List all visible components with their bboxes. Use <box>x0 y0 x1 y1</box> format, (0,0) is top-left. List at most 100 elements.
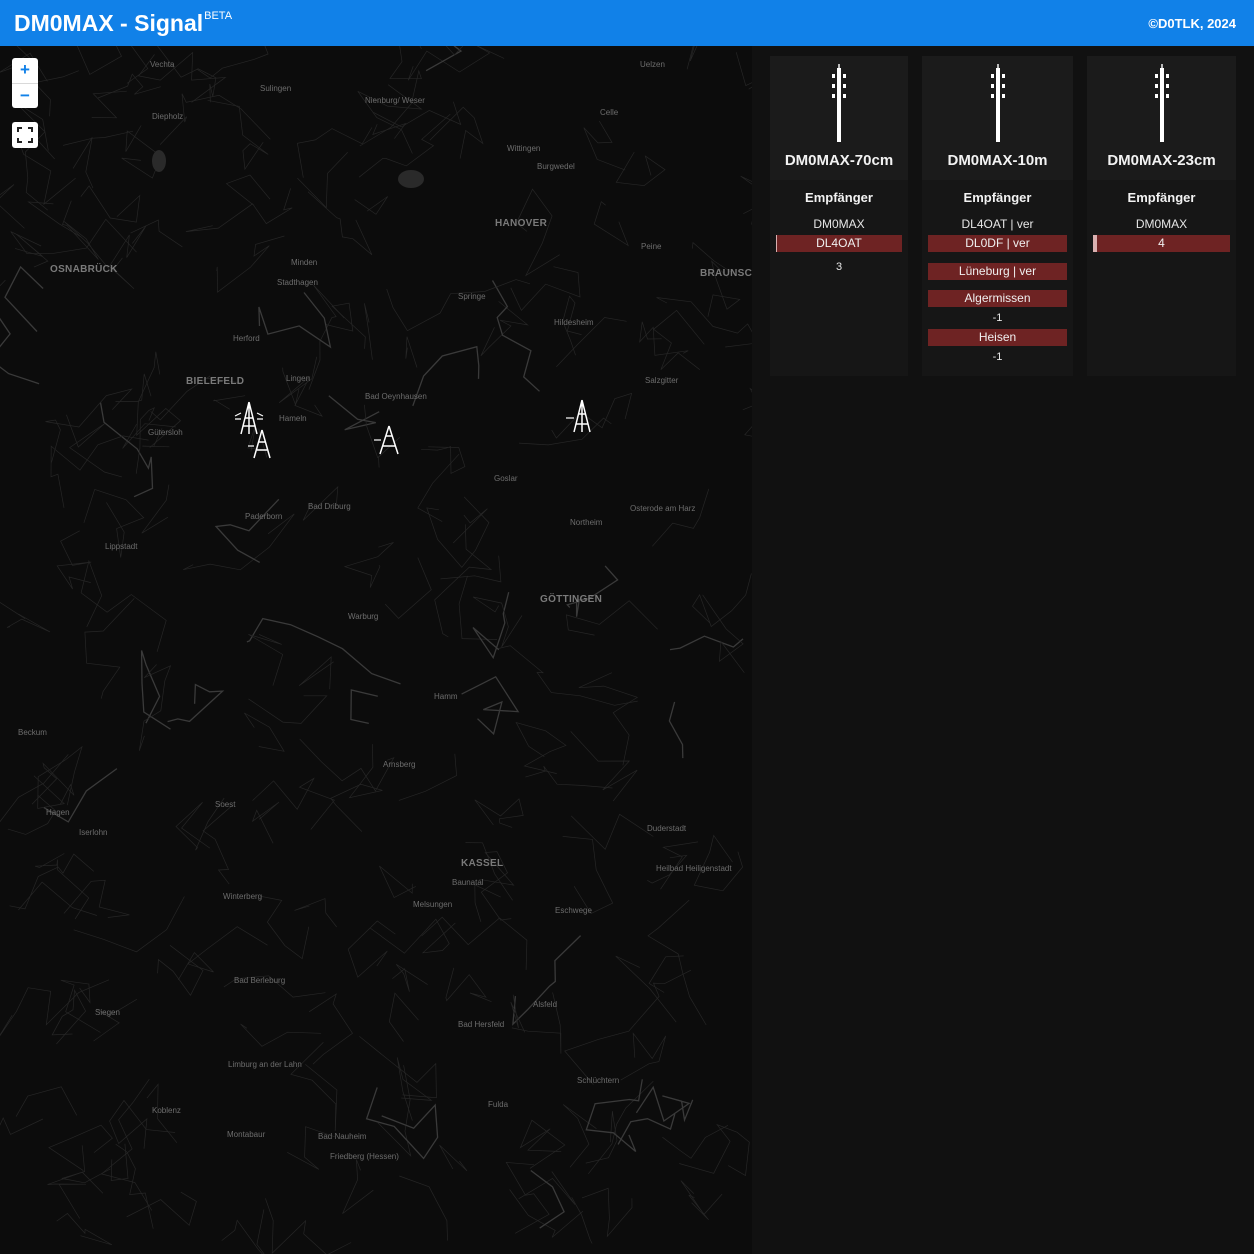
road <box>73 896 185 953</box>
road <box>372 122 407 139</box>
road <box>115 373 152 402</box>
road <box>342 1159 374 1214</box>
road <box>656 297 752 348</box>
road <box>97 73 161 99</box>
station-card: DM0MAX-70cm Empfänger DM0MAX DL4OAT 3 <box>770 56 908 376</box>
road <box>6 613 51 633</box>
station-card: DM0MAX-23cm Empfänger DM0MAX 4 <box>1087 56 1236 376</box>
road <box>343 542 394 588</box>
road <box>405 336 418 368</box>
city-label: Gütersloh <box>148 428 183 437</box>
road <box>647 899 707 1026</box>
city-label: Hagen <box>46 808 70 817</box>
road <box>246 617 401 685</box>
road <box>258 292 332 349</box>
road <box>297 152 348 209</box>
signal-bar-label: DL4OAT <box>816 236 862 250</box>
city-label: Osterode am Harz <box>630 504 696 513</box>
road <box>472 592 510 660</box>
city-label: Winterberg <box>223 892 263 901</box>
road <box>510 994 526 1033</box>
road <box>0 754 69 823</box>
road <box>84 598 135 699</box>
city-label: Montabaur <box>227 1130 266 1139</box>
city-label: Celle <box>600 108 619 117</box>
signal-value: 3 <box>835 261 843 273</box>
city-label: Eschwege <box>555 906 592 915</box>
road <box>278 356 323 417</box>
road <box>652 488 710 547</box>
road <box>669 635 744 651</box>
tower-marker-icon[interactable] <box>246 428 276 460</box>
road <box>93 998 138 1042</box>
road <box>251 801 280 844</box>
road <box>259 895 310 960</box>
road <box>369 918 456 954</box>
road <box>620 1032 667 1081</box>
road <box>33 745 83 809</box>
road <box>0 1117 44 1135</box>
lake <box>398 170 424 188</box>
road <box>688 1194 709 1221</box>
city-label: Melsungen <box>413 900 453 909</box>
tower-marker-icon[interactable] <box>372 424 404 456</box>
road <box>140 650 171 730</box>
road <box>566 565 619 617</box>
road <box>126 1191 197 1226</box>
city-label: Siegen <box>95 1008 120 1017</box>
fullscreen-button[interactable] <box>12 122 38 148</box>
road <box>130 219 183 248</box>
copyright: ©D0TLK, 2024 <box>1148 15 1236 31</box>
city-label: Springe <box>458 292 486 301</box>
city-label: Uelzen <box>640 60 665 69</box>
signal-bar: Heisen <box>928 329 1067 346</box>
road <box>426 496 490 568</box>
road <box>386 279 531 332</box>
road <box>15 1086 78 1117</box>
road <box>417 453 460 522</box>
road <box>377 1065 412 1157</box>
road <box>0 602 26 620</box>
zoom-in-button[interactable]: + <box>12 58 38 83</box>
city-label: Bad Berleburg <box>234 976 286 985</box>
road <box>56 530 92 590</box>
city-label: Alsfeld <box>533 1000 558 1009</box>
road <box>0 184 25 229</box>
road <box>66 414 122 478</box>
road <box>48 1124 113 1171</box>
road <box>18 881 98 916</box>
map[interactable]: Vechta Diepholz Sulingen Nienburg/ Weser Uel… <box>0 46 752 1254</box>
road <box>56 1213 113 1246</box>
road <box>742 387 752 437</box>
city-label: HANOVER <box>495 218 548 229</box>
signal-value: -1 <box>992 351 1003 363</box>
road <box>207 99 269 171</box>
city-label: Soest <box>215 800 236 809</box>
antenna-tower-icon <box>832 64 846 142</box>
road <box>639 321 689 356</box>
road <box>421 916 528 970</box>
card-header: DM0MAX-10m <box>922 56 1073 180</box>
road <box>570 813 654 850</box>
city-label: Northeim <box>570 518 603 527</box>
road <box>692 573 752 628</box>
app-title: DM0MAX - SignalBETA <box>14 9 233 36</box>
road <box>14 101 49 211</box>
road <box>474 798 524 828</box>
road <box>47 1171 104 1219</box>
signal-bar-fill <box>1093 235 1098 252</box>
city-label: Baunatal <box>452 878 484 887</box>
road <box>80 559 167 652</box>
road <box>653 309 705 370</box>
tower-marker-icon[interactable] <box>564 398 596 434</box>
city-label: Bad Nauheim <box>318 1132 367 1141</box>
station-card: DM0MAX-10m Empfänger DL4OAT | ver DL0DF … <box>922 56 1073 376</box>
city-label: Goslar <box>494 474 518 483</box>
road <box>399 1175 448 1241</box>
road <box>290 1042 338 1131</box>
zoom-out-button[interactable]: − <box>12 83 38 108</box>
road <box>439 1144 468 1172</box>
road <box>63 130 134 146</box>
road <box>445 967 492 1003</box>
city-label: Herford <box>233 334 260 343</box>
